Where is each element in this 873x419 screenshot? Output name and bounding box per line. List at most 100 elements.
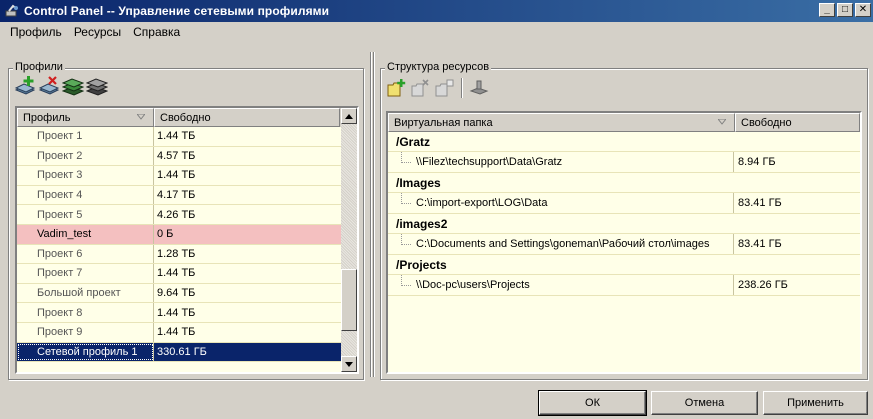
close-button[interactable]: ✕ [855,3,871,17]
resource-path-row[interactable]: \\Filez\techsupport\Data\Gratz 8.94 ГБ [388,152,860,173]
maximize-button[interactable]: □ [837,3,853,17]
remove-folder-icon [411,79,429,97]
profile-name: Проект 2 [17,146,154,166]
profile-row[interactable]: Проект 2 4.57 ТБ [17,146,341,167]
column-resource-free[interactable]: Свободно [735,113,860,132]
profile-free: 330.61 ГБ [157,345,207,358]
menu-resources[interactable]: Ресурсы [72,24,123,40]
maximize-icon: □ [841,4,849,15]
profile-free: 4.17 ТБ [157,189,196,202]
profiles-stack-gray-icon [86,78,108,96]
menu-profile[interactable]: Профиль [8,24,64,40]
resource-path-row[interactable]: C:\import-export\LOG\Data 83.41 ГБ [388,193,860,214]
resource-path: \\Filez\techsupport\Data\Gratz [388,152,734,172]
profiles-scrollbar[interactable] [341,108,357,372]
profile-name: Vadim_test [17,224,154,244]
sort-arrow-icon [137,114,145,120]
profile-row[interactable]: Проект 8 1.44 ТБ [17,303,341,323]
scroll-down-button[interactable] [341,356,357,372]
profile-free: 1.44 ТБ [157,169,196,182]
profiles-group-label: Профили [13,61,65,73]
add-folder-button[interactable] [386,77,408,99]
virtual-folder-row[interactable]: /Gratz [388,132,860,152]
ok-button[interactable]: ОК [538,390,647,416]
menu-help[interactable]: Справка [131,24,182,40]
minimize-button[interactable]: _ [819,3,835,17]
profile-free: 4.57 ТБ [157,149,196,162]
tree-connector [401,193,411,204]
profile-name: Проект 7 [17,264,154,283]
column-profile[interactable]: Профиль [17,108,154,127]
remove-folder-button[interactable] [410,77,432,99]
scroll-up-button[interactable] [341,108,357,124]
edit-folder-button[interactable] [434,77,456,99]
profile-row[interactable]: Проект 9 1.44 ТБ [17,322,341,343]
profile-name: Проект 6 [17,244,154,264]
delete-profile-icon [38,76,60,95]
resource-path-row[interactable]: \\Doc-pc\users\Projects 238.26 ГБ [388,275,860,296]
menu-bar: Профиль Ресурсы Справка [0,22,873,42]
window-title: Control Panel -- Управление сетевыми про… [24,4,330,18]
profile-row[interactable]: Проект 5 4.26 ТБ [17,205,341,225]
apply-button[interactable]: Применить [763,391,868,415]
profile-free: 1.44 ТБ [157,267,196,280]
resources-toolbar [386,77,490,99]
profile-row[interactable]: Проект 7 1.44 ТБ [17,264,341,284]
cancel-button[interactable]: Отмена [651,391,758,415]
ok-button-label: ОК [585,397,600,409]
virtual-folder-row[interactable]: /Projects [388,255,860,275]
profile-row[interactable]: Проект 3 1.44 ТБ [17,166,341,186]
tree-connector [401,275,411,286]
profile-name: Проект 9 [17,322,154,342]
resources-group-label: Структура ресурсов [385,61,492,73]
scroll-up-icon [345,113,353,119]
virtual-folder-row[interactable]: /Images [388,173,860,193]
profile-row[interactable]: Vadim_test 0 Б [17,224,341,245]
profile-free: 9.64 ТБ [157,287,196,300]
profile-row[interactable]: Проект 4 4.17 ТБ [17,185,341,206]
resource-path-row[interactable]: C:\Documents and Settings\goneman\Рабочи… [388,234,860,255]
profiles-list[interactable]: Профиль Свободно Проект 1 1.44 ТБ Проект 2… [15,106,359,374]
profiles-stack-gray-button[interactable] [86,75,108,97]
column-free[interactable]: Свободно [154,108,340,127]
resource-free: 8.94 ГБ [738,156,776,168]
column-virtual-folder[interactable]: Виртуальная папка [388,113,735,132]
add-profile-button[interactable] [14,75,36,97]
virtual-folder-row[interactable]: /images2 [388,214,860,234]
profile-row[interactable]: Большой проект 9.64 ТБ [17,283,341,304]
add-folder-icon [387,79,406,97]
profile-name: Большой проект [17,283,154,303]
profile-row[interactable]: Сетевой профиль 1 330.61 ГБ [17,342,341,363]
resource-free: 238.26 ГБ [738,279,788,291]
column-resource-free-label: Свободно [741,116,792,129]
profile-name: Проект 3 [17,166,154,185]
title-bar[interactable]: Control Panel -- Управление сетевыми про… [0,0,873,22]
column-free-label: Свободно [160,111,211,124]
profile-name: Проект 4 [17,185,154,205]
resources-list[interactable]: Виртуальная папка Свободно /Gratz \\Filez… [386,111,862,374]
resource-path: \\Doc-pc\users\Projects [388,275,734,295]
profile-free: 1.44 ТБ [157,130,196,143]
profile-name: Проект 8 [17,303,154,322]
profile-free: 1.28 ТБ [157,247,196,260]
scroll-thumb[interactable] [341,268,357,331]
column-profile-label: Профиль [23,111,71,124]
profiles-toolbar [14,75,108,97]
connect-button[interactable] [468,77,490,99]
cancel-button-label: Отмена [684,397,725,409]
panel-splitter[interactable] [369,52,375,377]
profile-name: Проект 1 [17,127,154,146]
connect-icon [469,80,489,95]
profile-row[interactable]: Проект 6 1.28 ТБ [17,244,341,265]
profile-free: 4.26 ТБ [157,208,196,221]
profiles-stack-button[interactable] [62,75,84,97]
profile-row[interactable]: Проект 1 1.44 ТБ [17,127,341,147]
resource-path: C:\import-export\LOG\Data [388,193,734,213]
apply-button-label: Применить [787,397,844,409]
sort-arrow-icon [718,119,726,125]
profile-free: 0 Б [157,228,174,241]
delete-profile-button[interactable] [38,75,60,97]
resource-path: C:\Documents and Settings\goneman\Рабочи… [388,234,734,254]
resources-list-header: Виртуальная папка Свободно [388,113,860,132]
profile-name: Сетевой профиль 1 [17,342,154,362]
